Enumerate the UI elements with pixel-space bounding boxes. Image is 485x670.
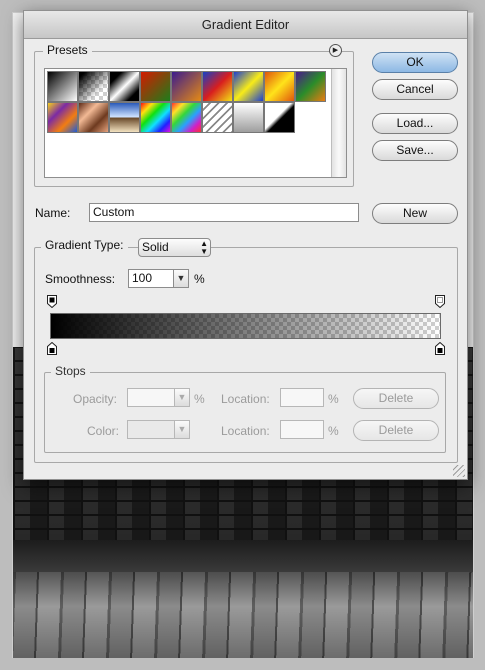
resize-grip[interactable] xyxy=(453,465,465,477)
chevron-down-icon: ▼ xyxy=(176,273,186,283)
gradient-type-value: Solid xyxy=(142,240,169,254)
preset-swatch-spectrum[interactable] xyxy=(140,102,171,133)
opacity-stop-left[interactable] xyxy=(47,295,57,308)
gradient-preview-bar[interactable] xyxy=(50,313,441,339)
preset-swatch-black-white-black[interactable] xyxy=(109,71,140,102)
color-label: Color: xyxy=(87,424,120,438)
floor-shadow xyxy=(13,572,473,658)
smoothness-label: Smoothness: xyxy=(45,272,116,286)
preset-swatch-orange-yellow-orange[interactable] xyxy=(264,71,295,102)
smoothness-dropdown-button[interactable]: ▼ xyxy=(173,269,189,288)
gradient-type-label: Gradient Type: xyxy=(41,238,128,252)
color-delete-button[interactable]: Delete xyxy=(353,420,439,441)
preset-swatch-blue-red-yellow[interactable] xyxy=(202,71,233,102)
color-stop-right[interactable] xyxy=(435,342,445,355)
opacity-unit: % xyxy=(194,392,205,406)
cancel-button[interactable]: Cancel xyxy=(372,79,458,100)
opacity-dropdown-button[interactable]: ▼ xyxy=(174,388,190,407)
color-location-unit: % xyxy=(328,424,339,438)
preset-swatch-black-white-diag[interactable] xyxy=(264,102,295,133)
gradient-type-select[interactable]: Solid ▲ ▼ xyxy=(138,238,211,257)
preset-swatch-blue-yellow-blue[interactable] xyxy=(233,71,264,102)
preset-swatch-black-transparent[interactable] xyxy=(78,71,109,102)
triangle-right-icon: ▶ xyxy=(332,47,339,54)
wall-shadow xyxy=(13,540,473,574)
gradient-editor-dialog: Gradient Editor Presets ▶ OK Cancel Load… xyxy=(23,10,468,480)
preset-swatch-neutral-density[interactable] xyxy=(233,102,264,133)
color-dropdown-button[interactable]: ▼ xyxy=(174,420,190,439)
color-swatch-field[interactable] xyxy=(127,420,175,439)
presets-swatch-list[interactable] xyxy=(44,68,347,178)
opacity-location-input[interactable] xyxy=(280,388,324,407)
preset-swatch-violet-orange[interactable] xyxy=(171,71,202,102)
name-label: Name: xyxy=(35,206,71,220)
presets-label: Presets xyxy=(43,43,92,57)
name-input[interactable]: Custom xyxy=(89,203,359,222)
chevron-down-icon: ▼ xyxy=(177,392,187,402)
new-button[interactable]: New xyxy=(372,203,458,224)
smoothness-unit: % xyxy=(194,272,205,286)
load-button[interactable]: Load... xyxy=(372,113,458,134)
preset-swatch-yellow-violet-orange-blue[interactable] xyxy=(47,102,78,133)
chevron-down-icon: ▼ xyxy=(177,424,187,434)
color-stop-left[interactable] xyxy=(47,342,57,355)
save-button[interactable]: Save... xyxy=(372,140,458,161)
updown-arrows-icon: ▲ ▼ xyxy=(200,239,208,256)
preset-swatch-violet-green-orange[interactable] xyxy=(295,71,326,102)
smoothness-input[interactable]: 100 xyxy=(128,269,174,288)
preset-swatch-transparent-rainbow[interactable] xyxy=(171,102,202,133)
presets-scrollbar[interactable] xyxy=(331,69,346,177)
preset-swatch-copper[interactable] xyxy=(78,102,109,133)
stops-label: Stops xyxy=(51,364,90,378)
gradient-fill xyxy=(51,314,440,338)
opacity-label: Opacity: xyxy=(73,392,118,406)
dialog-titlebar[interactable]: Gradient Editor xyxy=(24,11,467,39)
dialog-title: Gradient Editor xyxy=(201,17,290,32)
color-location-label: Location: xyxy=(221,424,270,438)
preset-swatch-black-white[interactable] xyxy=(47,71,78,102)
presets-group: Presets xyxy=(34,43,354,187)
opacity-location-unit: % xyxy=(328,392,339,406)
presets-menu-button[interactable]: ▶ xyxy=(329,44,342,57)
preset-swatch-chrome[interactable] xyxy=(109,102,140,133)
opacity-delete-button[interactable]: Delete xyxy=(353,388,439,409)
preset-swatch-red-green[interactable] xyxy=(140,71,171,102)
color-location-input[interactable] xyxy=(280,420,324,439)
preset-swatch-transparent-stripes[interactable] xyxy=(202,102,233,133)
opacity-location-label: Location: xyxy=(221,392,270,406)
opacity-input[interactable] xyxy=(127,388,175,407)
opacity-stop-right[interactable] xyxy=(435,295,445,308)
ok-button[interactable]: OK xyxy=(372,52,458,73)
